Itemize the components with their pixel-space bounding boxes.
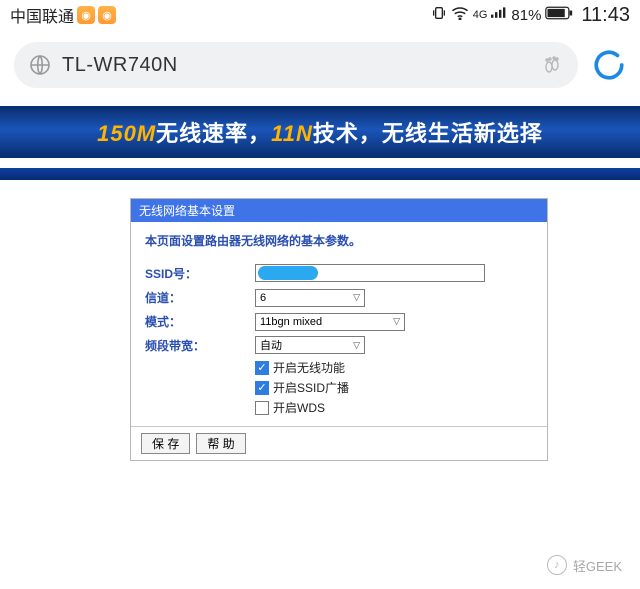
help-button[interactable]: 帮 助 — [196, 433, 245, 454]
wds-label: 开启WDS — [273, 399, 325, 416]
status-right: 4G 81% 11:43 — [431, 4, 630, 27]
ssid-broadcast-checkbox[interactable]: ✓ — [255, 381, 269, 395]
status-left: 中国联通 ◉ ◉ — [10, 3, 116, 27]
status-bar: 中国联通 ◉ ◉ 4G 81% 11:43 — [0, 0, 640, 28]
ssid-label: SSID号： — [145, 265, 255, 282]
chevron-down-icon: ▽ — [353, 340, 360, 351]
ssid-broadcast-label: 开启SSID广播 — [273, 379, 349, 396]
channel-select[interactable]: 6 ▽ — [255, 289, 365, 307]
bandwidth-value: 自动 — [260, 337, 282, 353]
channel-label: 信道： — [145, 289, 255, 306]
banner-accent-1: 150M — [97, 121, 156, 146]
banner-seg-1: 无线速率， — [156, 121, 271, 146]
url-text: TL-WR740N — [62, 54, 530, 77]
banner-stripe — [0, 168, 640, 180]
bandwidth-select[interactable]: 自动 ▽ — [255, 336, 365, 354]
bandwidth-label: 频段带宽： — [145, 337, 255, 354]
panel-intro: 本页面设置路由器无线网络的基本参数。 — [145, 232, 533, 249]
browser-toolbar: TL-WR740N — [0, 28, 640, 98]
save-button[interactable]: 保 存 — [141, 433, 190, 454]
signal-icon — [491, 6, 507, 24]
wireless-settings-panel: 无线网络基本设置 本页面设置路由器无线网络的基本参数。 SSID号： 信道： 6… — [130, 198, 548, 461]
clock-label: 11:43 — [581, 4, 630, 27]
channel-value: 6 — [260, 292, 266, 304]
mode-select[interactable]: 11bgn mixed ▽ — [255, 313, 405, 331]
battery-icon — [545, 6, 573, 24]
address-bar[interactable]: TL-WR740N — [14, 42, 578, 88]
banner-text: 150M无线速率，11N技术，无线生活新选择 — [97, 116, 543, 148]
footprint-icon[interactable] — [540, 53, 564, 77]
network-label: 4G — [473, 9, 488, 21]
wireless-enable-label: 开启无线功能 — [273, 359, 345, 376]
reload-icon[interactable] — [592, 48, 626, 82]
globe-icon — [28, 53, 52, 77]
weibo-icon: ◉ — [77, 6, 95, 24]
chevron-down-icon: ▽ — [393, 316, 400, 327]
weibo-icon: ◉ — [98, 6, 116, 24]
banner-seg-2: 技术，无线生活新选择 — [313, 121, 543, 146]
mode-label: 模式： — [145, 313, 255, 330]
ssid-input[interactable] — [255, 264, 485, 282]
banner-accent-2: 11N — [271, 121, 313, 146]
panel-title: 无线网络基本设置 — [131, 199, 547, 222]
watermark-text: 轻GEEK — [573, 556, 622, 575]
wireless-enable-checkbox[interactable]: ✓ — [255, 361, 269, 375]
mode-value: 11bgn mixed — [260, 316, 322, 328]
watermark: ♪ 轻GEEK — [547, 555, 622, 575]
carrier-label: 中国联通 — [10, 3, 74, 27]
wechat-icon: ♪ — [547, 555, 567, 575]
wds-checkbox[interactable] — [255, 401, 269, 415]
chevron-down-icon: ▽ — [353, 292, 360, 303]
banner-main: 150M无线速率，11N技术，无线生活新选择 — [0, 106, 640, 158]
battery-label: 81% — [511, 7, 541, 24]
wifi-icon — [451, 6, 469, 24]
product-banner: 150M无线速率，11N技术，无线生活新选择 — [0, 106, 640, 180]
vibrate-icon — [431, 5, 447, 25]
button-row: 保 存 帮 助 — [131, 426, 547, 460]
